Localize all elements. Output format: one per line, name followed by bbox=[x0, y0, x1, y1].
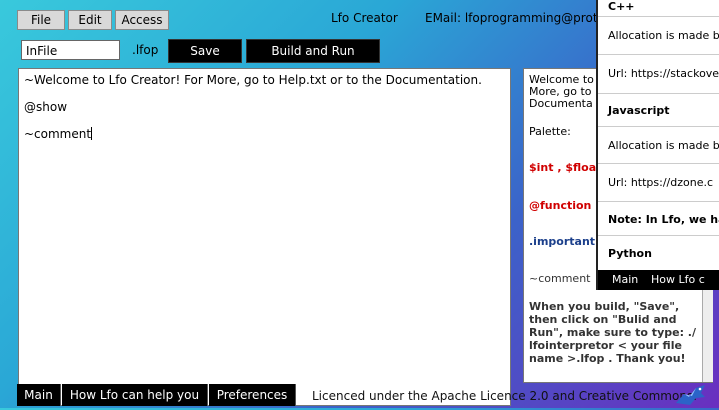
popup-heading-js: Javascript bbox=[608, 104, 670, 117]
popup-heading-python: Python bbox=[608, 247, 652, 260]
popup-url: Url: https://dzone.c bbox=[608, 176, 714, 189]
popup-tab-bar: Main How Lfo c bbox=[598, 270, 719, 290]
help-scrollbar[interactable] bbox=[702, 286, 713, 382]
help-important: .important bbox=[529, 235, 596, 248]
access-menu[interactable]: Access bbox=[115, 10, 169, 30]
popup-divider bbox=[598, 54, 719, 55]
help-build-1: When you build, "Save", bbox=[529, 300, 680, 313]
extension-label: .lfop bbox=[132, 43, 159, 57]
popup-divider bbox=[598, 93, 719, 94]
popup-url: Url: https://stackove bbox=[608, 67, 719, 80]
tab-preferences[interactable]: Preferences bbox=[209, 384, 296, 406]
doc-popup-window[interactable]: C++ Allocation is made b Url: https://st… bbox=[596, 0, 719, 290]
help-palette: Palette: bbox=[529, 125, 571, 138]
popup-text: Allocation is made b bbox=[608, 29, 719, 42]
help-build-4: lfointerpretor < your file bbox=[529, 339, 682, 352]
help-comment: ~comment bbox=[529, 272, 591, 285]
popup-divider bbox=[598, 163, 719, 164]
file-name-input[interactable]: InFile bbox=[21, 40, 120, 60]
popup-divider bbox=[598, 16, 719, 17]
help-function: @function bbox=[529, 199, 592, 212]
help-int-float: $int , $floa bbox=[529, 161, 597, 174]
file-menu[interactable]: File bbox=[17, 10, 65, 30]
popup-note: Note: In Lfo, we ha bbox=[608, 213, 719, 226]
email-label: EMail: lfoprogramming@protonm bbox=[425, 11, 625, 25]
edit-menu[interactable]: Edit bbox=[68, 10, 112, 30]
popup-divider bbox=[598, 235, 719, 236]
help-build-2: then click on "Bulid and bbox=[529, 313, 677, 326]
save-button[interactable]: Save bbox=[168, 39, 242, 63]
tab-main[interactable]: Main bbox=[17, 384, 61, 406]
build-run-button[interactable]: Build and Run bbox=[246, 39, 380, 63]
popup-divider bbox=[598, 126, 719, 127]
text-caret bbox=[91, 127, 93, 140]
popup-tab-main[interactable]: Main bbox=[612, 270, 638, 290]
help-build-3: Run", make sure to type: ./ bbox=[529, 326, 696, 339]
tab-how-lfo-can-help[interactable]: How Lfo can help you bbox=[62, 384, 208, 406]
app-title: Lfo Creator bbox=[331, 11, 398, 25]
popup-text: Allocation is made b bbox=[608, 139, 719, 152]
editor-line: ~Welcome to Lfo Creator! For More, go to… bbox=[24, 73, 482, 87]
editor-line: ~comment bbox=[24, 127, 505, 141]
help-build-5: name >.lfop . Thank you! bbox=[529, 352, 686, 365]
popup-heading-cpp: C++ bbox=[608, 0, 635, 13]
editor-line-text: ~comment bbox=[24, 127, 92, 141]
bird-logo-icon bbox=[674, 383, 708, 407]
popup-divider bbox=[598, 201, 719, 202]
popup-tab-how[interactable]: How Lfo c bbox=[651, 270, 705, 290]
editor-line: @show bbox=[24, 100, 68, 114]
help-welcome-3: Documenta bbox=[529, 97, 593, 110]
license-status: Licenced under the Apache Licence 2.0 an… bbox=[312, 389, 697, 403]
code-editor[interactable]: ~Welcome to Lfo Creator! For More, go to… bbox=[18, 68, 511, 406]
